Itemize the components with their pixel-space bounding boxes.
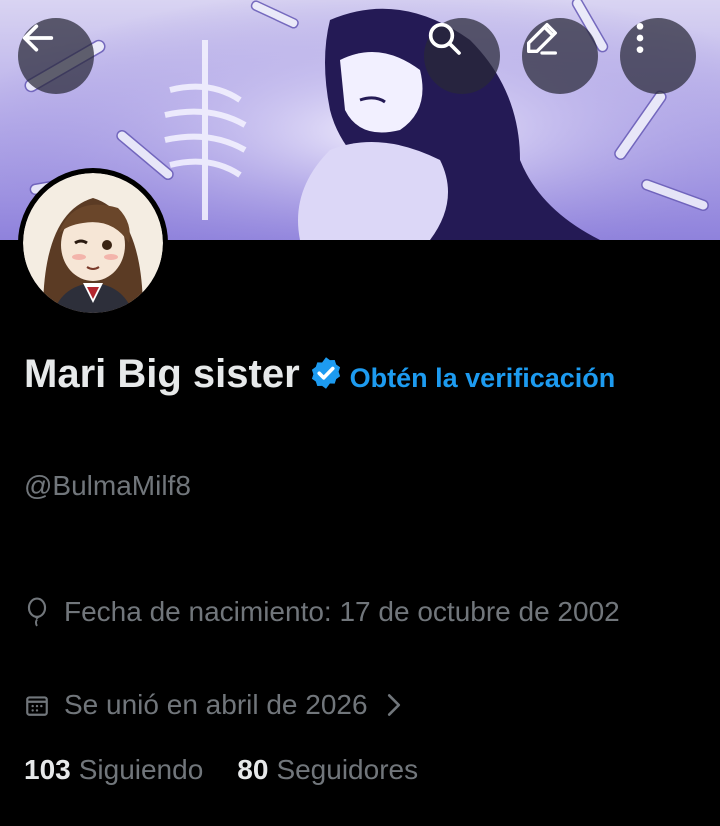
chevron-right-icon: [386, 685, 402, 725]
followers-link[interactable]: 80 Seguidores: [237, 750, 418, 790]
balloon-icon: [24, 592, 52, 632]
joined-date-row[interactable]: Se unió en abril de 2026: [24, 685, 402, 725]
follow-stats: 103 Siguiendo 80 Seguidores: [24, 750, 452, 790]
calendar-icon: [24, 685, 52, 725]
following-count: 103: [24, 754, 71, 785]
search-button[interactable]: [424, 18, 500, 94]
profile-avatar[interactable]: [18, 168, 168, 318]
followers-label: Seguidores: [276, 754, 419, 785]
following-label: Siguiendo: [78, 754, 204, 785]
back-button[interactable]: [18, 18, 94, 94]
search-icon: [428, 22, 461, 55]
birth-date-row: Fecha de nacimiento: 17 de octubre de 20…: [24, 592, 644, 632]
verified-badge-icon: [311, 357, 340, 389]
display-name: Mari Big sister: [24, 352, 300, 396]
pencil-icon: [527, 23, 557, 55]
edit-button[interactable]: [522, 18, 598, 94]
arrow-left-icon: [22, 24, 54, 52]
more-options-button[interactable]: [620, 18, 696, 94]
more-vertical-icon: [636, 23, 644, 53]
following-link[interactable]: 103 Siguiendo: [24, 750, 203, 790]
get-verified-link[interactable]: Obtén la verificación: [350, 363, 616, 393]
joined-date-text: Se unió en abril de 2026: [64, 689, 368, 720]
birth-date-text: Fecha de nacimiento: 17 de octubre de 20…: [64, 596, 620, 627]
followers-count: 80: [237, 754, 269, 785]
user-handle: @BulmaMilf8: [24, 470, 191, 501]
name-block: Mari Big sister Obtén la verificación: [24, 350, 684, 407]
avatar-image: [23, 173, 163, 313]
